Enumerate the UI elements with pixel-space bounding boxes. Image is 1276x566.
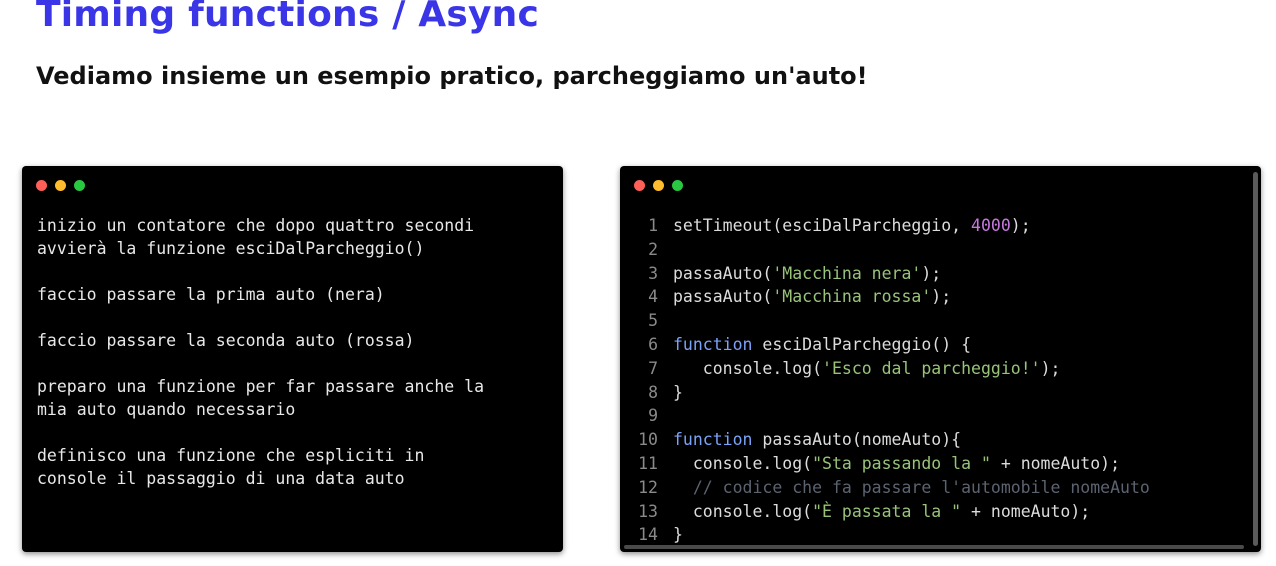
- line-number: 5: [648, 311, 658, 331]
- code-token: passaAuto(nomeAuto){: [752, 430, 962, 450]
- code-token: passaAuto(: [673, 263, 773, 283]
- note-2: faccio passare la prima auto (nera): [37, 285, 385, 304]
- code-text: // codice che fa passare l'automobile no…: [673, 476, 1150, 500]
- line-number: 4: [648, 287, 658, 307]
- line-number: 2: [648, 239, 658, 259]
- code-line: 7 console.log('Esco dal parcheggio!');: [620, 357, 1250, 381]
- code-text: passaAuto('Macchina nera');: [673, 262, 941, 286]
- code-token: );: [931, 287, 952, 307]
- code-line: 4 passaAuto('Macchina rossa');: [620, 285, 1250, 309]
- code-token: + nomeAuto);: [990, 453, 1121, 473]
- line-number: 13: [638, 501, 658, 521]
- line-number: 12: [638, 477, 658, 497]
- line-number: 7: [648, 358, 658, 378]
- window-controls: [634, 180, 683, 191]
- code-token: // codice che fa passare l'automobile no…: [673, 477, 1150, 497]
- code-line: 6 function esciDalParcheggio() {: [620, 333, 1250, 357]
- note-3: faccio passare la seconda auto (rossa): [37, 331, 415, 350]
- close-dot-icon: [634, 180, 645, 191]
- line-number: 8: [648, 382, 658, 402]
- horizontal-scrollbar[interactable]: [624, 545, 1244, 549]
- code-text: function passaAuto(nomeAuto){: [673, 428, 961, 452]
- code-line: 8}: [620, 381, 1250, 405]
- line-number: 6: [648, 334, 658, 354]
- explanation-window: inizio un contatore che dopo quattro sec…: [22, 166, 563, 552]
- code-token: 'Macchina nera': [772, 263, 922, 283]
- code-token: );: [921, 263, 942, 283]
- code-token: );: [1040, 358, 1061, 378]
- code-text: }: [673, 381, 683, 405]
- code-line: 3 passaAuto('Macchina nera');: [620, 262, 1250, 286]
- minimize-dot-icon: [55, 180, 66, 191]
- code-text: console.log("Sta passando la " + nomeAut…: [673, 452, 1120, 476]
- line-number: 14: [638, 525, 658, 545]
- code-text: setTimeout(esciDalParcheggio, 4000);: [673, 214, 1031, 238]
- code-text: function esciDalParcheggio() {: [673, 333, 971, 357]
- code-line: 9: [620, 404, 1250, 428]
- code-line: 12 // codice che fa passare l'automobile…: [620, 476, 1250, 500]
- code-token: esciDalParcheggio() {: [752, 334, 972, 354]
- line-number: 10: [638, 430, 658, 450]
- code-token: console.log(: [673, 453, 813, 473]
- code-text: console.log('Esco dal parcheggio!');: [673, 357, 1061, 381]
- code-token: function: [673, 334, 753, 354]
- code-line: 5: [620, 309, 1250, 333]
- code-token: 'Esco dal parcheggio!': [822, 358, 1041, 378]
- window-controls: [36, 180, 85, 191]
- code-token: }: [673, 525, 683, 545]
- code-line: 13 console.log("È passata la " + nomeAut…: [620, 500, 1250, 524]
- line-number: 3: [648, 263, 658, 283]
- maximize-dot-icon: [74, 180, 85, 191]
- code-editor: 1 setTimeout(esciDalParcheggio, 4000); 2 3 p…: [620, 214, 1250, 547]
- line-number: 9: [648, 406, 658, 426]
- maximize-dot-icon: [672, 180, 683, 191]
- code-line: 14}: [620, 523, 1250, 547]
- code-line: 1 setTimeout(esciDalParcheggio, 4000);: [620, 214, 1250, 238]
- minimize-dot-icon: [653, 180, 664, 191]
- note-4: preparo una funzione per far passare anc…: [37, 377, 485, 419]
- code-token: function: [673, 430, 753, 450]
- code-token: "Sta passando la ": [812, 453, 991, 473]
- code-window: 1 setTimeout(esciDalParcheggio, 4000); 2 3 p…: [620, 166, 1261, 552]
- code-token: console.log(: [673, 501, 813, 521]
- code-token: setTimeout(esciDalParcheggio,: [673, 216, 972, 235]
- code-token: + nomeAuto);: [961, 501, 1091, 521]
- note-5: definisco una funzione che espliciti in …: [37, 446, 425, 488]
- slide-title: Timing functions / Async: [36, 0, 540, 35]
- code-line: 11 console.log("Sta passando la " + nome…: [620, 452, 1250, 476]
- code-token: "È passata la ": [812, 501, 962, 521]
- code-line: 2: [620, 238, 1250, 262]
- code-text: }: [673, 523, 683, 547]
- close-dot-icon: [36, 180, 47, 191]
- code-text: passaAuto('Macchina rossa');: [673, 285, 951, 309]
- note-1: inizio un contatore che dopo quattro sec…: [37, 216, 475, 258]
- line-number: 1: [648, 216, 658, 235]
- code-token: console.log(: [673, 358, 823, 378]
- code-token: passaAuto(: [673, 287, 773, 307]
- line-number: 11: [638, 453, 658, 473]
- vertical-scrollbar[interactable]: [1253, 172, 1258, 546]
- code-token: 4000: [971, 216, 1011, 235]
- code-token: );: [1010, 216, 1031, 235]
- code-text: console.log("È passata la " + nomeAuto);: [673, 500, 1090, 524]
- code-line: 10 function passaAuto(nomeAuto){: [620, 428, 1250, 452]
- explanation-notes: inizio un contatore che dopo quattro sec…: [37, 214, 552, 490]
- code-token: 'Macchina rossa': [772, 287, 932, 307]
- slide-subtitle: Vediamo insieme un esempio pratico, parc…: [36, 62, 868, 90]
- code-token: }: [673, 382, 683, 402]
